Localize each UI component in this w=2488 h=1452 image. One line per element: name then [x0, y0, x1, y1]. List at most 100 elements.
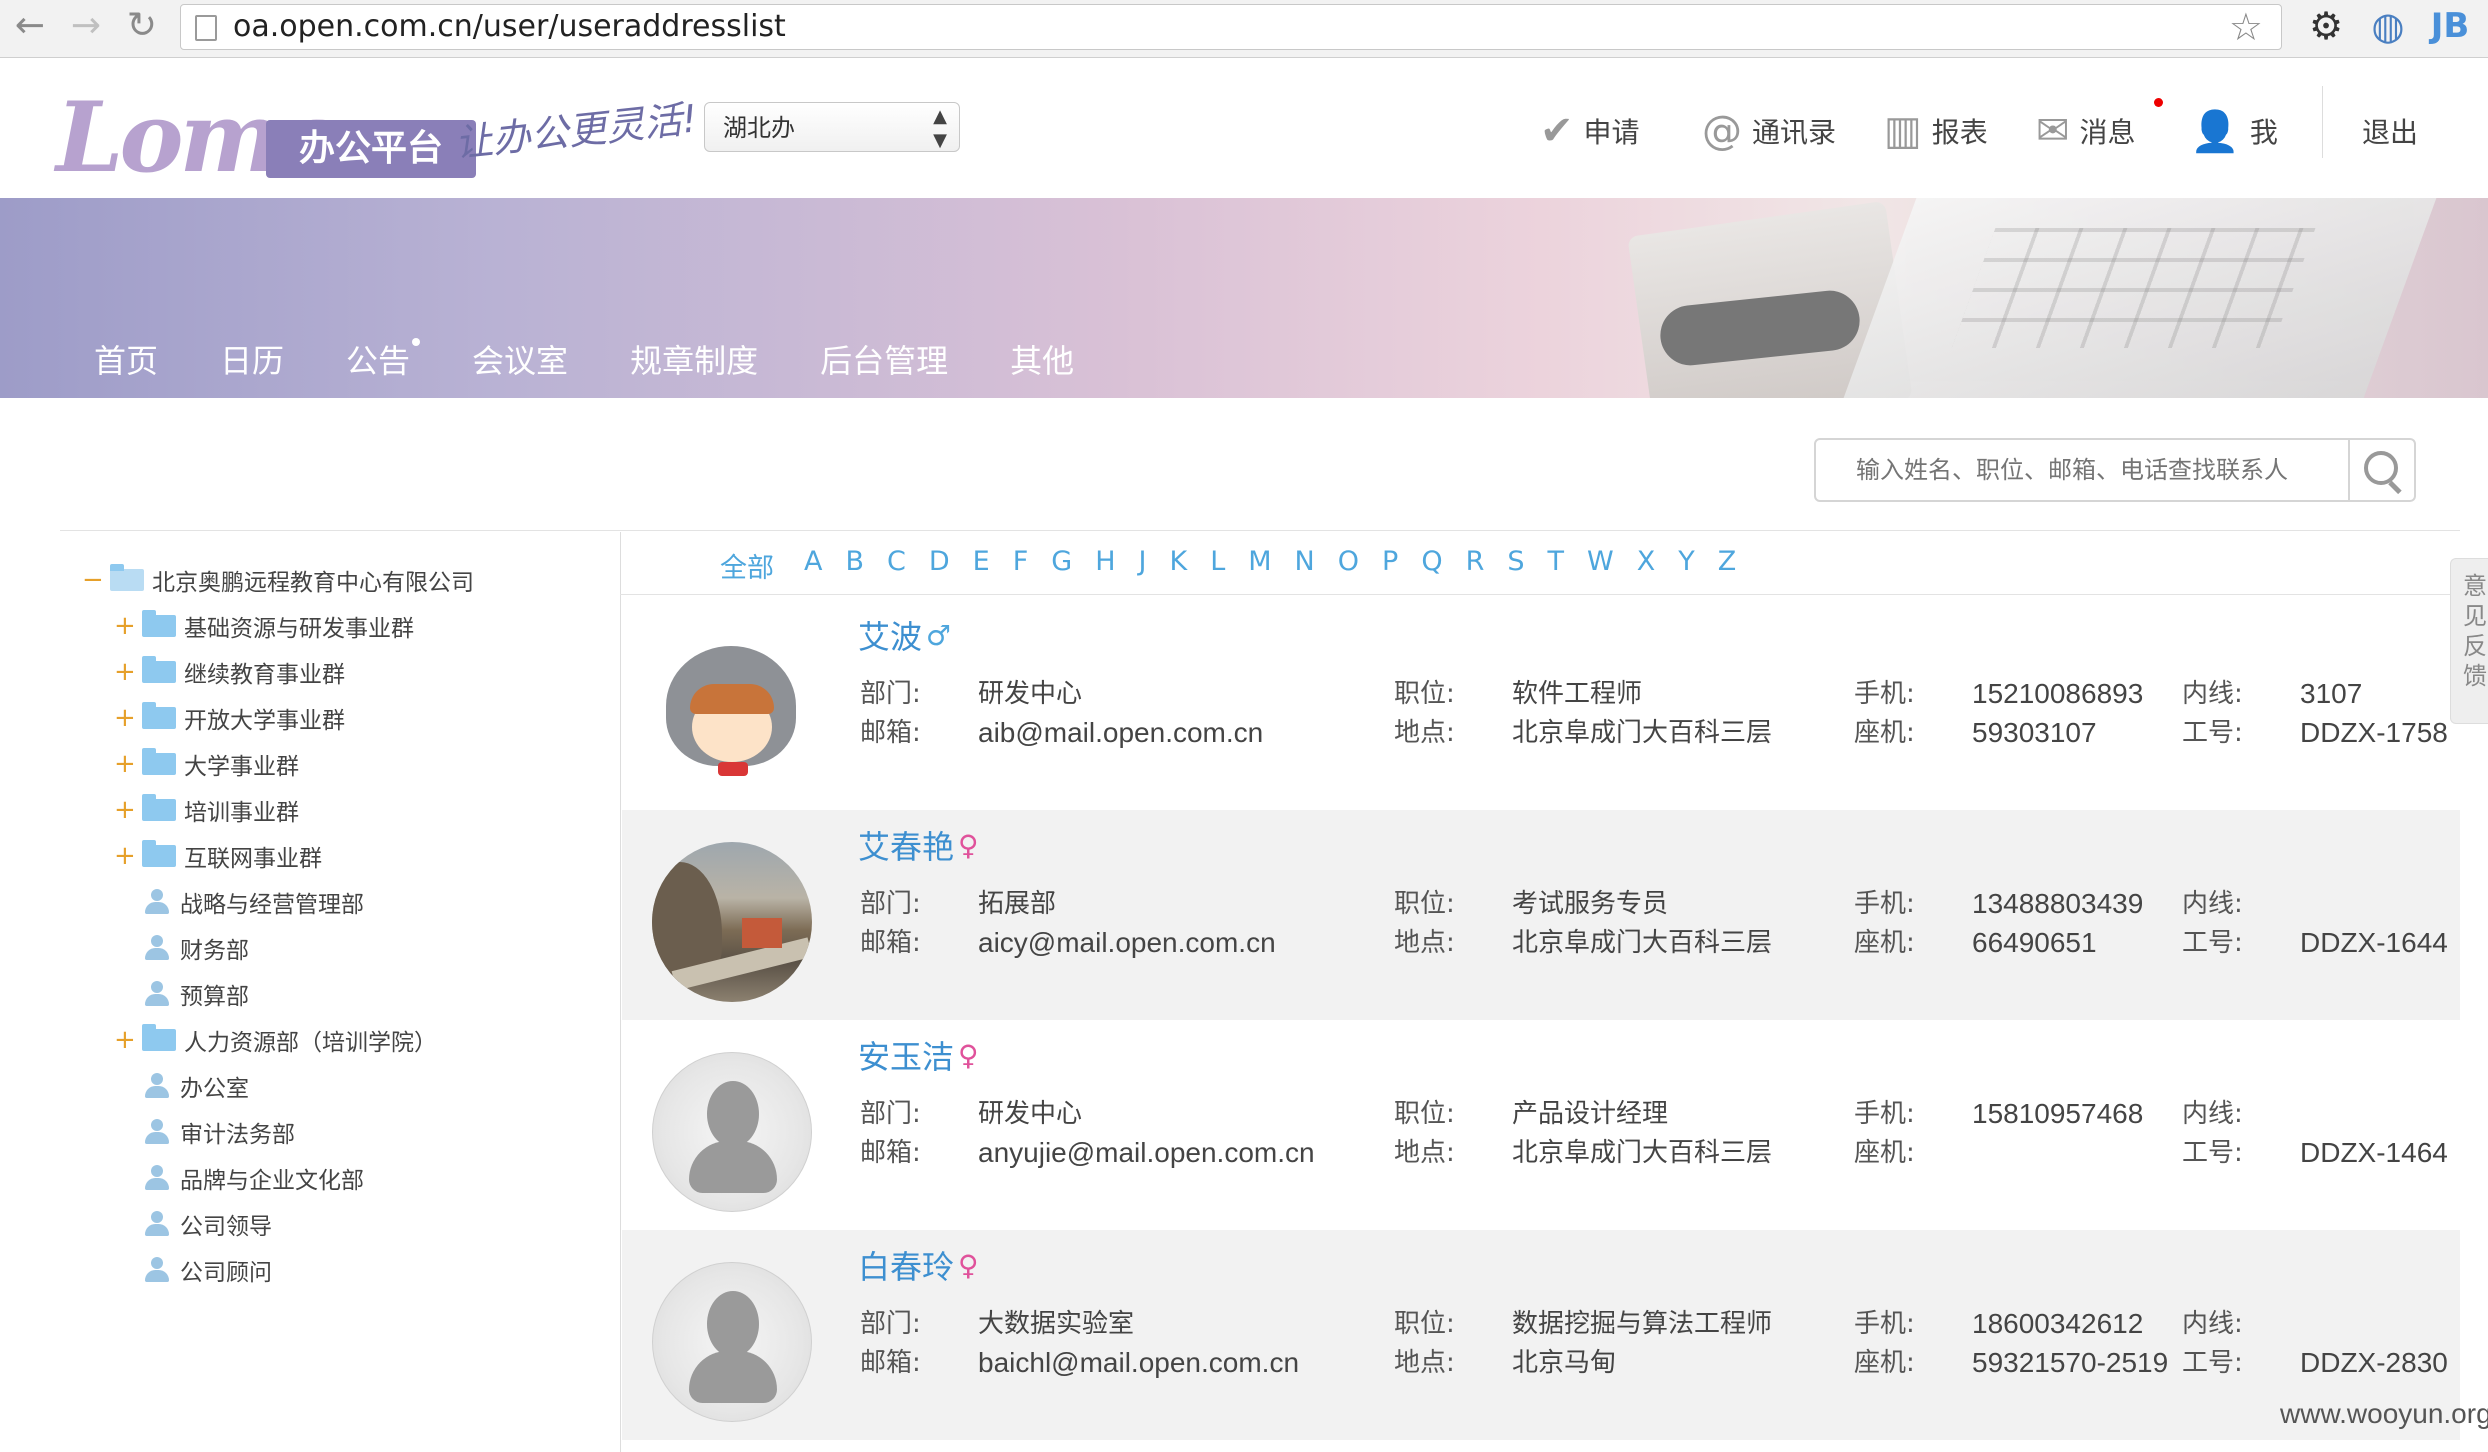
- mobile-value: 13488803439: [1972, 888, 2144, 919]
- alpha-letter[interactable]: D: [929, 546, 950, 586]
- email-value[interactable]: baichl@mail.open.com.cn: [978, 1343, 1299, 1383]
- tree-node[interactable]: 公司领导: [114, 1204, 272, 1244]
- avatar[interactable]: [652, 842, 812, 1002]
- folder-open-icon: [110, 564, 144, 591]
- contact-name[interactable]: 白春玲 ♀: [858, 1242, 979, 1288]
- topnav-reports[interactable]: ▥ 报表: [1884, 96, 1988, 166]
- email-label: 邮箱:: [860, 718, 921, 748]
- tree-node[interactable]: + 培训事业群: [114, 790, 299, 830]
- ext-label: 内线:: [2182, 889, 2243, 919]
- alpha-letter[interactable]: L: [1210, 546, 1225, 586]
- address-bar[interactable]: oa.open.com.cn/user/useraddresslist ☆: [180, 4, 2282, 50]
- alpha-letter[interactable]: S: [1507, 546, 1524, 586]
- folder-icon: [142, 840, 176, 867]
- alpha-letter[interactable]: Y: [1678, 546, 1695, 586]
- tree-node[interactable]: + 继续教育事业群: [114, 652, 345, 692]
- tree-node[interactable]: 品牌与企业文化部: [114, 1158, 364, 1198]
- header-divider: [2322, 86, 2323, 158]
- alpha-letter[interactable]: T: [1547, 546, 1564, 586]
- tree-node[interactable]: 审计法务部: [114, 1112, 295, 1152]
- alpha-letter[interactable]: K: [1169, 546, 1187, 586]
- back-arrow-icon[interactable]: ←: [10, 6, 50, 46]
- tree-node[interactable]: + 人力资源部（培训学院）: [114, 1020, 437, 1060]
- expand-icon[interactable]: +: [114, 1025, 136, 1055]
- alpha-letter[interactable]: Q: [1421, 546, 1442, 586]
- nav-home[interactable]: 首页: [94, 336, 158, 382]
- expand-icon[interactable]: +: [114, 657, 136, 687]
- search-button[interactable]: [2348, 440, 2414, 500]
- url-text[interactable]: oa.open.com.cn/user/useraddresslist: [233, 9, 786, 45]
- alpha-all[interactable]: 全部: [720, 546, 774, 586]
- alpha-letter[interactable]: B: [845, 546, 864, 586]
- avatar[interactable]: [652, 1262, 812, 1422]
- tree-node[interactable]: 财务部: [114, 928, 249, 968]
- empno-label: 工号:: [2182, 718, 2243, 748]
- collapse-icon[interactable]: −: [82, 565, 104, 595]
- tree-node[interactable]: + 互联网事业群: [114, 836, 322, 876]
- expand-icon[interactable]: +: [114, 611, 136, 641]
- topnav-me[interactable]: 👤 我: [2190, 96, 2278, 166]
- alpha-letter[interactable]: E: [973, 546, 990, 586]
- tree-node[interactable]: + 大学事业群: [114, 744, 299, 784]
- alpha-letter[interactable]: M: [1248, 546, 1271, 586]
- topnav-apply[interactable]: ✔ 申请: [1540, 96, 1640, 166]
- expand-icon[interactable]: +: [114, 795, 136, 825]
- nav-announcements[interactable]: 公告: [346, 336, 421, 382]
- reload-icon[interactable]: ↻: [122, 6, 162, 46]
- tree-node[interactable]: 战略与经营管理部: [114, 882, 364, 922]
- alpha-letter[interactable]: C: [887, 546, 906, 586]
- gear-icon[interactable]: ⚙: [2304, 4, 2348, 48]
- alpha-letter[interactable]: Z: [1718, 546, 1737, 586]
- office-select[interactable]: 湖北办 ▲ ▼: [704, 102, 960, 152]
- contact-name[interactable]: 安玉洁 ♀: [858, 1032, 979, 1078]
- search-icon: [2364, 451, 2398, 485]
- tree-node-label: 培训事业群: [184, 800, 299, 826]
- alpha-letter[interactable]: F: [1013, 546, 1029, 586]
- nav-meeting-room[interactable]: 会议室: [472, 336, 568, 382]
- email-value[interactable]: aib@mail.open.com.cn: [978, 713, 1263, 753]
- topnav-messages[interactable]: ✉ 消息: [2036, 96, 2136, 166]
- nav-admin[interactable]: 后台管理: [820, 336, 948, 382]
- topnav-contacts[interactable]: @ 通讯录: [1702, 96, 1836, 166]
- contact-name-text: 艾波: [858, 618, 923, 656]
- group-icon: [142, 1255, 172, 1285]
- dept-label: 部门:: [860, 1099, 921, 1129]
- alpha-letter[interactable]: J: [1139, 546, 1147, 586]
- alpha-letter[interactable]: P: [1382, 546, 1398, 586]
- tree-root[interactable]: − 北京奥鹏远程教育中心有限公司: [82, 560, 474, 600]
- nav-regulations[interactable]: 规章制度: [630, 336, 758, 382]
- expand-icon[interactable]: +: [114, 749, 136, 779]
- email-value[interactable]: anyujie@mail.open.com.cn: [978, 1133, 1315, 1173]
- avatar[interactable]: [652, 1052, 812, 1212]
- nav-calendar[interactable]: 日历: [220, 336, 284, 382]
- alpha-letter[interactable]: O: [1338, 546, 1359, 586]
- tree-node[interactable]: 公司顾问: [114, 1250, 272, 1290]
- forward-arrow-icon[interactable]: →: [66, 6, 106, 46]
- feedback-tab[interactable]: 意见反馈: [2450, 558, 2488, 724]
- nav-other[interactable]: 其他: [1010, 336, 1074, 382]
- email-value[interactable]: aicy@mail.open.com.cn: [978, 923, 1276, 963]
- alpha-letter[interactable]: R: [1466, 546, 1485, 586]
- contact-name[interactable]: 艾波 ♂: [858, 612, 951, 658]
- expand-icon[interactable]: +: [114, 703, 136, 733]
- alpha-letter[interactable]: X: [1637, 546, 1656, 586]
- alpha-letter[interactable]: G: [1051, 546, 1072, 586]
- search-input[interactable]: [1816, 440, 2348, 500]
- contact-name[interactable]: 艾春艳 ♀: [858, 822, 979, 868]
- avatar[interactable]: [652, 632, 812, 792]
- contact-name-text: 白春玲: [858, 1248, 955, 1286]
- tree-node[interactable]: + 开放大学事业群: [114, 698, 345, 738]
- jb-extension-icon[interactable]: JB: [2428, 4, 2472, 48]
- tree-node[interactable]: 预算部: [114, 974, 249, 1014]
- alpha-letter[interactable]: N: [1295, 546, 1315, 586]
- alpha-letter[interactable]: W: [1587, 546, 1614, 586]
- globe-icon[interactable]: ◍: [2366, 4, 2410, 48]
- bookmark-star-icon[interactable]: ☆: [2229, 5, 2263, 49]
- expand-icon[interactable]: +: [114, 841, 136, 871]
- alpha-letter[interactable]: H: [1095, 546, 1115, 586]
- alpha-letter[interactable]: A: [804, 546, 822, 586]
- logout-link[interactable]: 退出: [2362, 96, 2418, 166]
- select-arrows-icon: ▲ ▼: [933, 106, 947, 151]
- tree-node[interactable]: + 基础资源与研发事业群: [114, 606, 414, 646]
- tree-node[interactable]: 办公室: [114, 1066, 249, 1106]
